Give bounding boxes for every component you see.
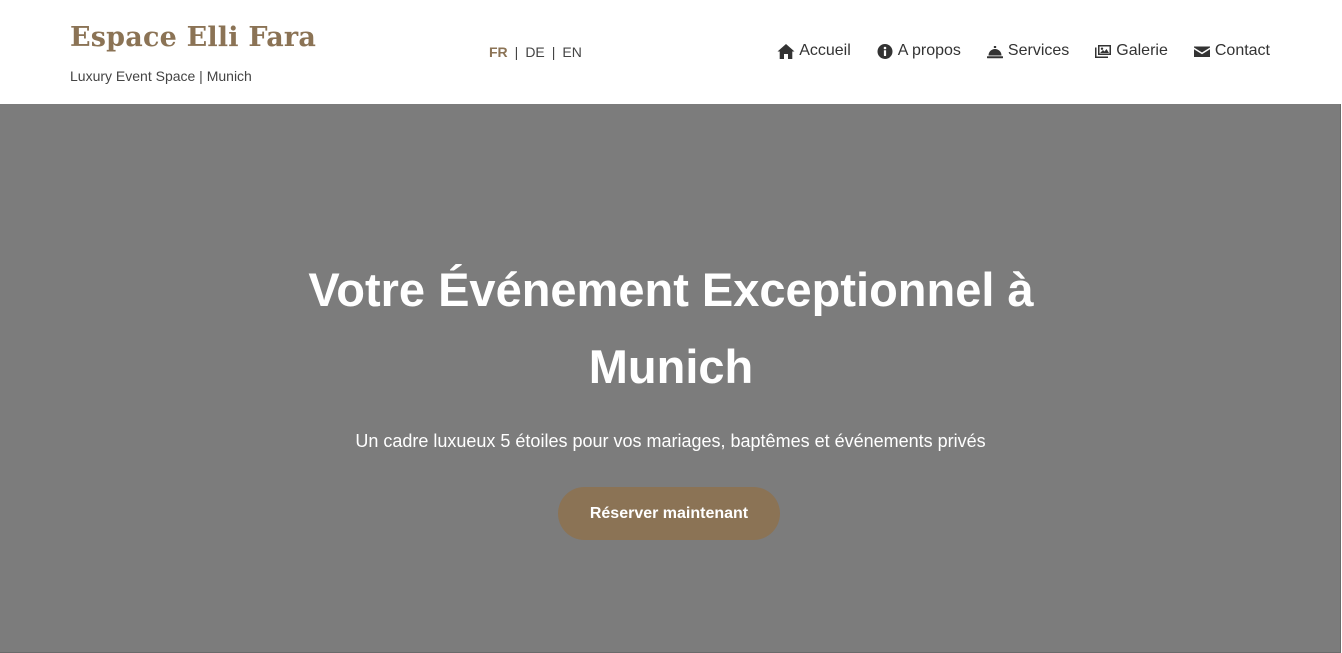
info-circle-icon (877, 43, 893, 59)
lang-separator: | (551, 44, 556, 60)
site-header: Espace Elli Fara Luxury Event Space | Mu… (0, 0, 1342, 104)
nav-item-accueil[interactable]: Accueil (777, 41, 851, 61)
images-icon (1095, 44, 1112, 58)
hero-section: Votre Événement Exceptionnel à Munich Un… (0, 104, 1341, 653)
brand[interactable]: Espace Elli Fara Luxury Event Space | Mu… (70, 20, 316, 84)
home-icon (777, 43, 795, 59)
lang-fr[interactable]: FR (489, 44, 508, 60)
nav-label: Contact (1214, 42, 1270, 59)
reserve-now-button[interactable]: Réserver maintenant (558, 487, 780, 540)
concierge-bell-icon (986, 45, 1003, 58)
nav-item-galerie[interactable]: Galerie (1094, 41, 1168, 61)
nav-item-a-propos[interactable]: A propos (876, 41, 961, 61)
brand-tagline: Luxury Event Space | Munich (70, 68, 252, 84)
hero-title: Votre Événement Exceptionnel à Munich (308, 263, 1034, 393)
lang-separator: | (514, 44, 519, 60)
hero-subtitle: Un cadre luxueux 5 étoiles pour vos mari… (355, 431, 986, 451)
envelope-icon (1193, 46, 1210, 57)
brand-title[interactable]: Espace Elli Fara (70, 20, 316, 56)
nav-label: A propos (897, 42, 961, 59)
nav-label: Services (1007, 42, 1070, 59)
lang-en[interactable]: EN (562, 44, 581, 60)
language-switcher: FR | DE | EN (489, 44, 582, 60)
nav-item-contact[interactable]: Contact (1193, 41, 1270, 61)
main-nav: Accueil A propos Services Galerie Contac… (777, 41, 1270, 61)
nav-label: Galerie (1116, 42, 1168, 59)
nav-label: Accueil (799, 42, 851, 59)
lang-de[interactable]: DE (525, 44, 544, 60)
nav-item-services[interactable]: Services (986, 41, 1069, 61)
